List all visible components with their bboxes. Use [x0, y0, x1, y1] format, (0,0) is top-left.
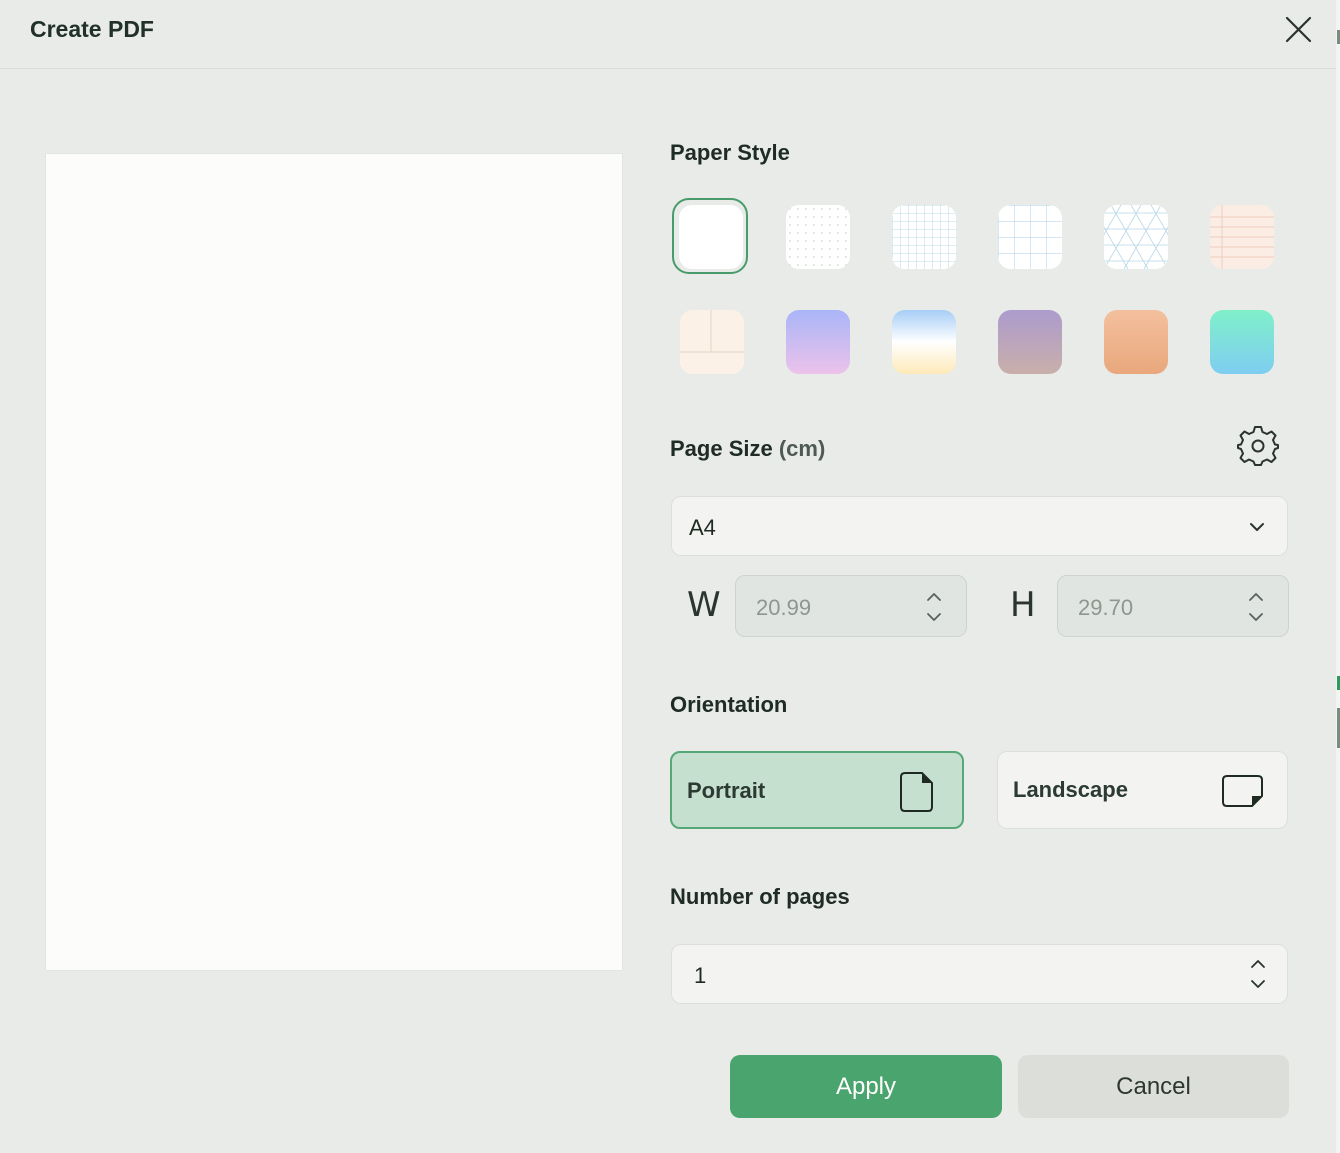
height-value: 29.70 [1078, 595, 1133, 621]
width-label: W [687, 585, 721, 625]
close-icon [1280, 12, 1316, 48]
paper-style-large-grid[interactable] [998, 205, 1062, 269]
height-stepper[interactable]: 29.70 [1057, 575, 1289, 637]
pages-stepper[interactable]: 1 [671, 944, 1288, 1004]
window-edge [1336, 0, 1340, 1153]
landscape-label: Landscape [1013, 777, 1128, 803]
large-grid-pattern [998, 205, 1062, 269]
stepper-arrows-icon [1246, 590, 1266, 624]
landscape-option[interactable]: Landscape [997, 751, 1288, 829]
page-size-unit: (cm) [779, 436, 825, 461]
apply-button[interactable]: Apply [730, 1055, 1002, 1118]
width-value: 20.99 [756, 595, 811, 621]
pages-label: Number of pages [670, 884, 850, 910]
dialog-title: Create PDF [30, 16, 154, 43]
paper-style-sky-gradient[interactable] [892, 310, 956, 374]
paper-style-orange-gradient[interactable] [1104, 310, 1168, 374]
page-size-settings-button[interactable] [1237, 425, 1279, 467]
paper-style-purple-gradient[interactable] [786, 310, 850, 374]
page-size-select[interactable]: A4 [671, 496, 1288, 556]
paper-style-isometric[interactable] [1104, 205, 1168, 269]
portrait-option[interactable]: Portrait [670, 751, 964, 829]
portrait-label: Portrait [687, 778, 765, 804]
cornell-pattern [680, 310, 744, 374]
paper-style-aqua-gradient[interactable] [1210, 310, 1274, 374]
stepper-arrows-icon [1248, 957, 1268, 991]
paper-style-lined-peach[interactable] [1210, 205, 1274, 269]
small-grid-pattern [892, 205, 956, 269]
close-button[interactable] [1280, 12, 1316, 48]
page-size-title: Page Size [670, 436, 773, 461]
landscape-page-icon [1222, 774, 1264, 808]
isometric-pattern [1104, 205, 1168, 269]
page-size-value: A4 [689, 515, 716, 541]
cancel-button[interactable]: Cancel [1018, 1055, 1289, 1118]
chevron-down-icon [1248, 518, 1266, 536]
width-stepper[interactable]: 20.99 [735, 575, 967, 637]
paper-style-mauve-gradient[interactable] [998, 310, 1062, 374]
gear-icon [1237, 425, 1279, 467]
lined-pattern [1210, 205, 1274, 269]
page-preview [46, 154, 622, 970]
stepper-arrows-icon [924, 590, 944, 624]
dots-pattern [786, 205, 850, 269]
paper-style-cornell-cream[interactable] [680, 310, 744, 374]
paper-style-label: Paper Style [670, 140, 790, 166]
paper-style-small-grid[interactable] [892, 205, 956, 269]
pages-value: 1 [694, 963, 706, 989]
orientation-label: Orientation [670, 692, 787, 718]
portrait-page-icon [900, 771, 934, 813]
paper-style-blank[interactable] [679, 205, 743, 269]
height-label: H [1010, 585, 1036, 625]
dialog-titlebar: Create PDF [0, 0, 1336, 69]
paper-style-dots[interactable] [786, 205, 850, 269]
page-size-label: Page Size (cm) [670, 436, 825, 462]
